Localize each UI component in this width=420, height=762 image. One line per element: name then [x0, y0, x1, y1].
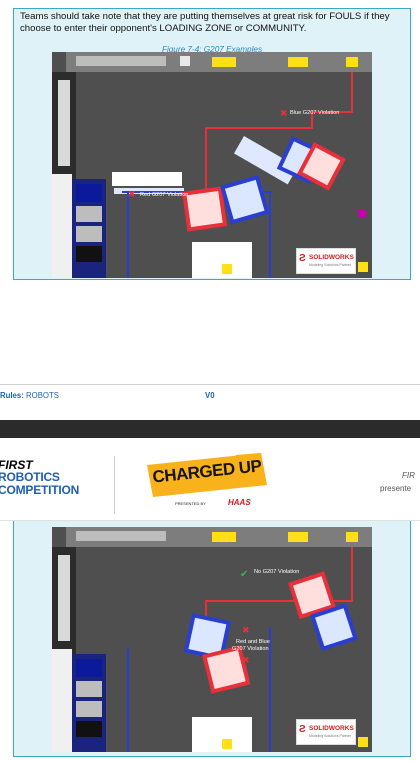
solidworks-logo-2: Ƨ SOLIDWORKS Modeling Solutions Partner: [296, 719, 356, 745]
header-right-presented: presente: [380, 484, 412, 493]
header-divider: [114, 456, 115, 514]
both-violation-label-2: G207 Violation: [232, 646, 269, 652]
svg-text:✖: ✖: [242, 656, 250, 666]
no-violation-label: No G207 Violation: [254, 569, 300, 575]
callout-text: Teams should take note that they are put…: [20, 11, 390, 34]
both-violation-label-1: Red and Blue: [236, 639, 270, 645]
header-right-first: FIR: [402, 471, 415, 480]
haas-logo: HAAS: [228, 498, 251, 507]
field-diagram-2: ✔ ✖ ✖ No G207 Violation Red and Blue G20…: [52, 527, 372, 752]
charged-up-logo: CHARGED UP: [143, 451, 271, 501]
solidworks-mark-icon: Ƨ: [299, 724, 306, 735]
solidworks-logo-1: Ƨ SOLIDWORKS Modeling Solutions Partner: [296, 248, 356, 274]
svg-text:✖: ✖: [128, 190, 136, 200]
field-diagram-1: ✖ ✖ Blue G207 Violation Red G207 Violati…: [52, 52, 372, 278]
manual-page: Teams should take note that they are put…: [0, 0, 420, 762]
first-robotics-logo: FIRST ROBOTICS COMPETITION: [0, 458, 80, 497]
red-violation-label: Red G207 Violation: [140, 192, 189, 198]
footer-divider: [0, 384, 420, 385]
blue-violation-label: Blue G207 Violation: [290, 110, 340, 116]
field-drawing-1: ✖ ✖: [52, 52, 372, 278]
svg-text:✖: ✖: [242, 626, 250, 636]
footer-section: Rules: ROBOTS: [0, 391, 59, 400]
svg-text:✖: ✖: [280, 109, 288, 119]
presented-by: PRESENTED BY: [175, 501, 206, 506]
solidworks-mark-icon: Ƨ: [299, 253, 306, 264]
page-gap: [0, 420, 420, 438]
footer-version: V0: [205, 391, 215, 400]
svg-text:✔: ✔: [240, 569, 248, 580]
